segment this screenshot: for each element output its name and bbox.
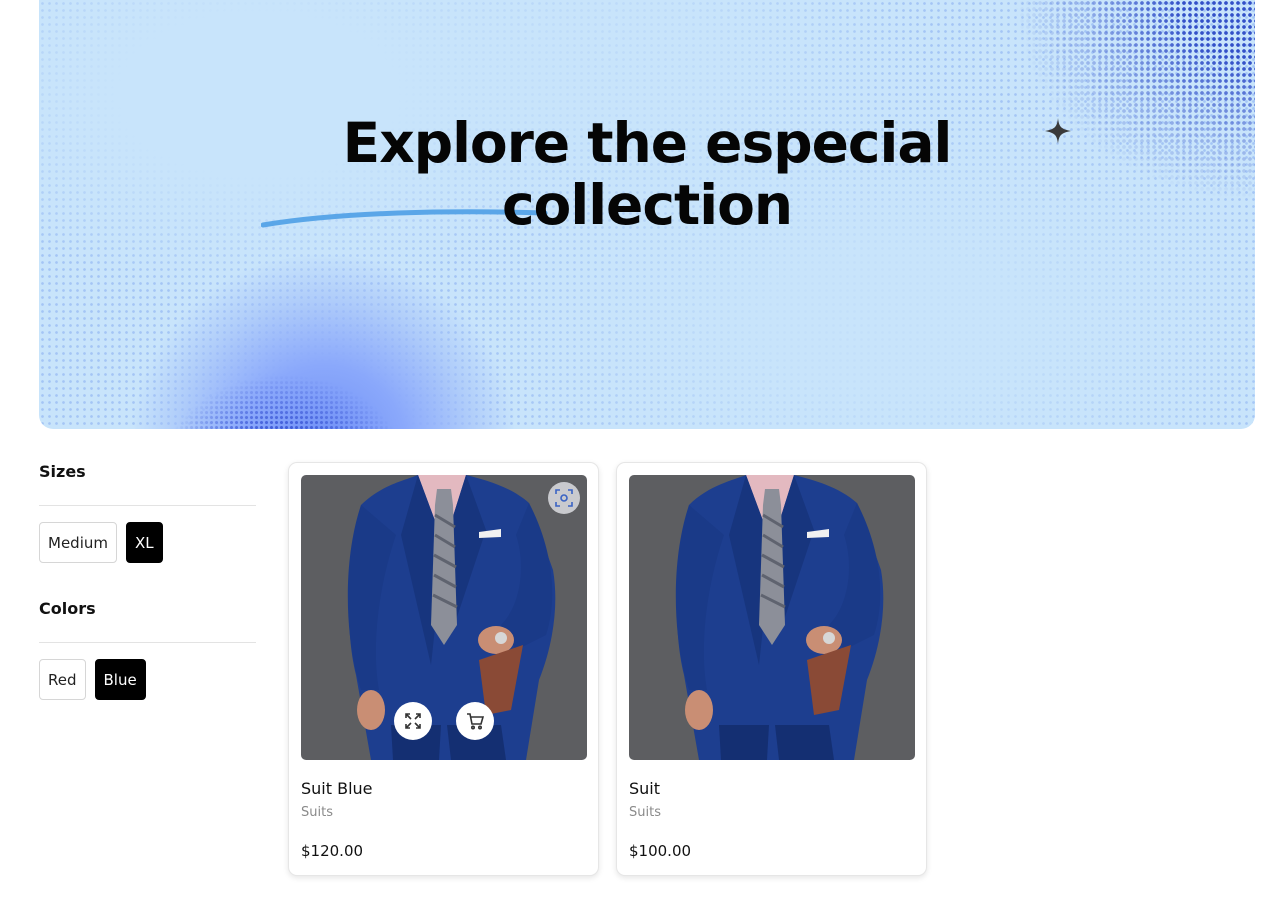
color-option-blue[interactable]: Blue [94, 659, 146, 700]
suit-figure-image [675, 475, 884, 760]
divider [39, 505, 256, 506]
product-price: $100.00 [629, 842, 692, 860]
product-price: $120.00 [301, 842, 364, 860]
color-option-red[interactable]: Red [39, 659, 86, 700]
hero-title-line-1: Explore the especial [342, 111, 953, 175]
hero-title-line-2: collection [501, 173, 793, 237]
cart-icon [467, 713, 484, 730]
product-image[interactable] [301, 475, 587, 760]
product-category: Suits [301, 805, 333, 820]
product-name[interactable]: Suit Blue [301, 779, 373, 798]
add-to-cart-button[interactable] [456, 702, 494, 740]
product-card[interactable]: Suit Blue Suits $120.00 [288, 462, 599, 876]
product-card[interactable]: Suit Suits $100.00 [616, 462, 927, 876]
color-filter-group: Colors Red Blue [39, 599, 256, 700]
expand-view-button[interactable] [394, 702, 432, 740]
hero-title: Explore the especial collection [39, 112, 1255, 236]
hero-banner: Explore the especial collection [39, 0, 1255, 429]
size-option-xl[interactable]: XL [125, 522, 163, 563]
scan-button[interactable] [548, 482, 580, 514]
suit-figure-image [347, 475, 556, 760]
product-image[interactable] [629, 475, 915, 760]
expand-icon [405, 713, 421, 729]
product-category: Suits [629, 805, 661, 820]
scan-icon [555, 489, 573, 507]
sizes-heading: Sizes [39, 462, 86, 481]
product-name[interactable]: Suit [629, 779, 660, 798]
colors-heading: Colors [39, 599, 96, 618]
filters-sidebar: Sizes Medium XL Colors Red Blue [39, 462, 256, 700]
size-filter-group: Sizes Medium XL [39, 462, 256, 563]
divider [39, 642, 256, 643]
size-option-medium[interactable]: Medium [39, 522, 117, 563]
